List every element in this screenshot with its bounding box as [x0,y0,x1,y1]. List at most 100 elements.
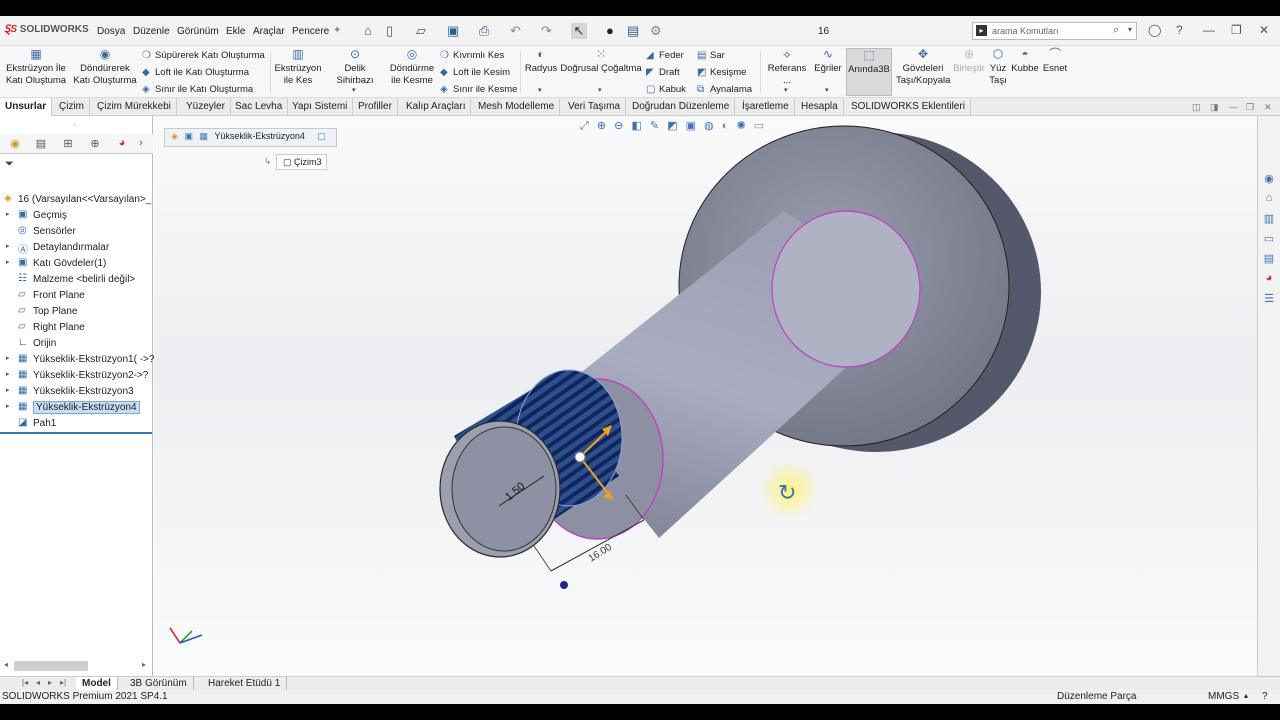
select-cursor-icon[interactable]: ↖ [571,23,587,39]
minimize-icon[interactable]: — [1229,102,1238,112]
tree-item-extrude1[interactable]: ▸ ▦ Yükseklik-Ekstrüzyon1( ->?) [0,352,158,368]
search-input[interactable]: arama Komutları [992,26,1059,36]
expand-arrow-icon[interactable]: ▸ [6,210,10,218]
tree-item-extrude2[interactable]: ▸ ▦ Yükseklik-Ekstrüzyon2->? [0,368,153,384]
horizontal-scrollbar[interactable]: ◂ ▸ [0,658,153,674]
first-tab-icon[interactable]: |◂ [22,678,28,687]
menu-duzenle[interactable]: Düzenle [133,26,170,37]
appearances-icon[interactable]: ◕ [1261,272,1277,288]
revolve-boss-button[interactable]: ◉ Döndürerek Katı Oluşturma [72,48,138,87]
save-icon[interactable]: ▣ [447,23,459,39]
view-palette-icon[interactable]: ▤ [1261,252,1277,268]
chevron-down-icon[interactable]: ▾ [538,86,542,94]
expand-arrow-icon[interactable]: ▸ [6,258,10,266]
undo-icon[interactable]: ↶ [510,23,521,39]
menu-ekle[interactable]: Ekle [226,26,245,37]
home-icon[interactable]: ⌂ [364,23,372,38]
chevron-down-icon[interactable]: ▾ [825,86,829,94]
design-library-icon[interactable]: ▥ [1261,212,1277,228]
menu-dosya[interactable]: Dosya [97,26,125,37]
unit-system[interactable]: MMGS [1208,691,1239,702]
tab-isaretleme[interactable]: İşaretleme [737,98,795,116]
mirror-button[interactable]: ⧉ Aynalama [697,84,752,95]
filter-icon[interactable]: ⏷ [5,158,14,171]
chevron-down-icon[interactable]: ▾ [598,86,602,94]
wrap-button[interactable]: ▤ Sar [697,50,725,61]
revolve-cut-button[interactable]: ◎ Döndürme ile Kesme [388,48,436,87]
expand-arrow-icon[interactable]: ▸ [6,402,10,410]
combine-button[interactable]: ⊕ Birleştir [952,48,986,75]
file-properties-icon[interactable]: ▤ [627,23,639,39]
tab-profiller[interactable]: Profiller [353,98,398,116]
zoom-to-fit-icon[interactable]: ⤢ [580,120,589,132]
expand-arrow-icon[interactable]: ▸ [6,386,10,394]
chevron-right-icon[interactable]: › [134,137,148,151]
graphics-area[interactable]: 1.50 16.00 ↻ ◈ ▣ ▦ Yükseklik-Ekstrüzyon4… [154,116,1257,676]
tab-motion-study[interactable]: Hareket Etüdü 1 [202,677,288,691]
curves-button[interactable]: ∿ Eğriler [813,48,843,75]
tree-item-top-plane[interactable]: ▱ Top Plane [0,304,153,320]
menu-gorunum[interactable]: Görünüm [177,26,219,37]
hole-wizard-button[interactable]: ⊙ Delik Sihirbazı [326,48,384,87]
length-dimension[interactable]: 16.00 [587,542,614,565]
help-icon[interactable]: ? [1176,23,1183,37]
rib-button[interactable]: ◢ Feder [646,50,684,61]
tab-veri-tasima[interactable]: Veri Taşıma [563,98,627,116]
dome-button[interactable]: ◓ Kubbe [1011,48,1039,75]
extrude-cut-button[interactable]: ▥ Ekstrüzyon ile Kes [274,48,322,87]
chamfer-edge[interactable] [451,426,557,552]
chevron-down-icon[interactable]: ▾ [1128,25,1132,34]
tab-solidworks-eklentileri[interactable]: SOLIDWORKS Eklentileri [846,98,971,116]
sweep-boss-button[interactable]: ❍ Süpürerek Katı Oluşturma [142,50,265,61]
tab-mesh-modelleme[interactable]: Mesh Modelleme [473,98,561,116]
manipulator-handle[interactable] [574,451,586,463]
scene-icon[interactable]: ✺ [737,120,746,132]
shaft-end-circle[interactable] [771,210,921,368]
tab-sac-levha[interactable]: Sac Levha [230,98,289,116]
swept-cut-button[interactable]: ❍ Kıvrımlı Kes [440,50,504,61]
tile-icon[interactable]: ◫ [1192,102,1201,113]
print-icon[interactable]: ⎙ [479,23,489,39]
tree-item-front-plane[interactable]: ▱ Front Plane [0,288,153,304]
tree-item-chamfer1[interactable]: ◪ Pah1 [0,416,153,432]
open-icon[interactable]: ▱ [416,23,426,39]
chevron-down-icon[interactable]: ▾ [352,86,356,94]
tab-cizim[interactable]: Çizim [54,98,90,116]
chevron-up-icon[interactable]: ▴ [1244,691,1248,700]
tab-unsurlar[interactable]: Unsurlar [0,98,53,116]
scroll-thumb[interactable] [14,661,88,671]
tab-hesapla[interactable]: Hesapla [796,98,844,116]
tree-item-extrude4[interactable]: ▸ ▦ Yükseklik-Ekstrüzyon4 [0,400,153,416]
close-icon[interactable]: ✕ [1259,23,1269,37]
tree-item-right-plane[interactable]: ▱ Right Plane [0,320,153,336]
display-style-icon[interactable]: ▣ [686,120,696,132]
menu-pencere[interactable]: Pencere [292,26,329,37]
appearance-icon[interactable]: ◐ [722,120,729,132]
part-icon[interactable]: ◈ [171,131,178,141]
file-explorer-icon[interactable]: ▭ [1261,232,1277,248]
options-icon[interactable]: ⚙ [650,23,662,39]
expand-arrow-icon[interactable]: ▸ [6,242,10,250]
view-settings-icon[interactable]: ▭ [754,120,764,132]
scroll-left-icon[interactable]: ◂ [4,660,8,669]
tab-dogrudan-duzenleme[interactable]: Doğrudan Düzenleme [627,98,736,116]
dimxpert-tab-icon[interactable]: ⊕ [84,137,106,151]
tab-yuzeyler[interactable]: Yüzeyler [181,98,231,116]
dynamic-annotation-icon[interactable]: ✎ [650,120,659,132]
view-orientation-icon[interactable]: ◩ [667,120,677,132]
linear-pattern-button[interactable]: ⁙ Doğrusal Çoğaltma [560,48,642,75]
extrude-boss-button[interactable]: ▦ Ekstrüzyon İle Katı Oluştuma [4,48,68,87]
help-icon[interactable]: ? [1262,691,1268,702]
move-copy-bodies-button[interactable]: ✥ Gövdeleri Taşı/Kopyala [896,48,950,87]
display-manager-tab-icon[interactable]: ◕ [111,137,133,151]
redo-icon[interactable]: ↷ [541,23,552,39]
reference-geometry-button[interactable]: ⟡ Referans ... [764,48,810,87]
restore-icon[interactable]: ❐ [1246,102,1254,113]
loft-boss-button[interactable]: ◆ Loft ile Katı Oluşturma [142,67,249,78]
move-face-button[interactable]: ⬡ Yüz Taşı [988,48,1008,87]
tree-item-sensors[interactable]: ◎ Sensörler [0,224,153,240]
tree-item-annotations[interactable]: ▸ Ⓐ Detaylandırmalar [0,240,153,256]
breadcrumb-feature[interactable]: Yükseklik-Ekstrüzyon4 [214,131,305,141]
property-manager-tab-icon[interactable]: ▤ [30,137,52,151]
shell-button[interactable]: ▢ Kabuk [646,84,686,95]
